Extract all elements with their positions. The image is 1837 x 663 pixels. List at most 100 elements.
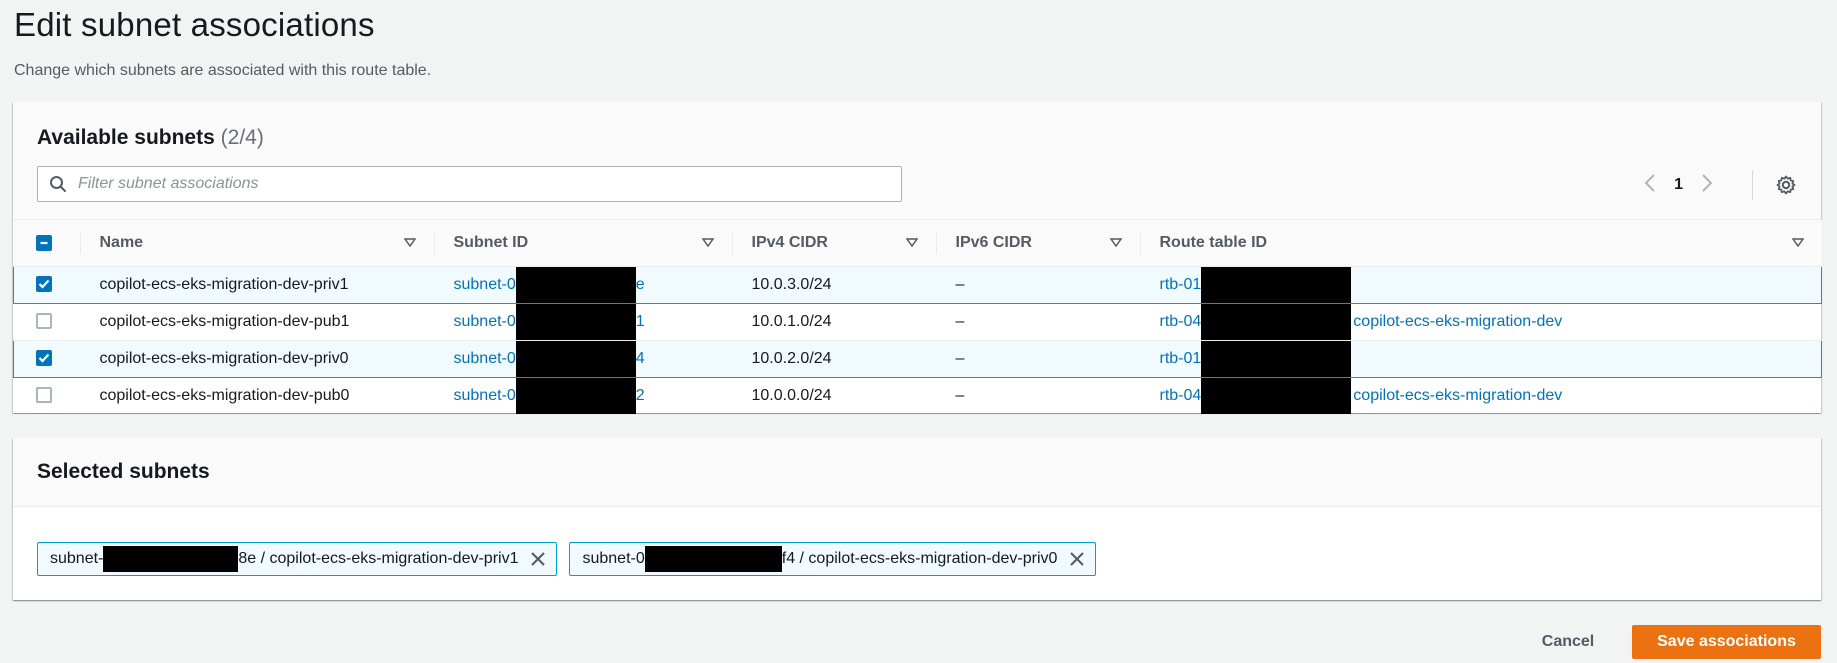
subnet-id-suffix[interactable]: 4	[636, 350, 645, 367]
column-header-label: Subnet ID	[453, 233, 529, 251]
route-table-link[interactable]: rtb-04	[1160, 387, 1202, 404]
subnet-id-suffix[interactable]: e	[636, 276, 645, 293]
redaction-block	[515, 267, 636, 302]
next-page-icon[interactable]	[1701, 173, 1713, 197]
available-subnets-title-text: Available subnets	[37, 126, 215, 149]
available-subnets-header: Available subnets (2/4) 1	[13, 102, 1821, 220]
subnet-id-cell: subnet-0 1	[433, 303, 732, 341]
pager-divider	[1752, 170, 1753, 200]
route-table-link[interactable]: rtb-01	[1160, 276, 1202, 293]
available-subnets-panel: Available subnets (2/4) 1	[13, 102, 1822, 415]
token-prefix: subnet-0	[582, 550, 645, 567]
remove-token-close-icon[interactable]	[528, 549, 548, 569]
ipv6-cidr: –	[935, 377, 1140, 415]
redaction-block	[1201, 303, 1352, 339]
available-subnets-title: Available subnets (2/4)	[37, 126, 264, 150]
route-table-cell: rtb-01	[1139, 265, 1822, 304]
row-checkbox[interactable]	[36, 276, 52, 293]
token-prefix: subnet-	[50, 550, 104, 567]
redaction-block	[515, 377, 636, 413]
page-number[interactable]: 1	[1674, 176, 1683, 194]
column-header-label: IPv4 CIDR	[751, 233, 828, 251]
table-row[interactable]: copilot-ecs-eks-migration-dev-pub0 subne…	[13, 377, 1822, 415]
subnet-name: copilot-ecs-eks-migration-dev-priv1	[79, 265, 434, 304]
selected-subnet-token: subnet-0 f4 / copilot-ecs-eks-migration-…	[569, 542, 1097, 576]
redaction-block	[515, 303, 636, 339]
select-all-checkbox[interactable]	[35, 234, 52, 251]
redaction-block	[1201, 377, 1352, 413]
ipv4-cidr: 10.0.3.0/24	[731, 265, 936, 304]
subnet-id-suffix[interactable]: 1	[636, 313, 645, 330]
column-header-route-table-id[interactable]: Route table ID	[1139, 220, 1822, 267]
redaction-block	[1201, 267, 1352, 302]
subnet-name: copilot-ecs-eks-migration-dev-priv0	[79, 339, 434, 378]
table-row[interactable]: copilot-ecs-eks-migration-dev-priv1 subn…	[13, 265, 1822, 304]
redaction-block	[644, 546, 782, 572]
subnet-id-link[interactable]: subnet-0	[454, 276, 516, 293]
subnet-id-cell: subnet-0 4	[433, 339, 732, 378]
subnet-id-link[interactable]: subnet-0	[454, 387, 516, 404]
cancel-button[interactable]: Cancel	[1524, 625, 1612, 659]
available-subnets-count: (2/4)	[220, 126, 264, 149]
token-suffix: 8e / copilot-ecs-eks-migration-dev-priv1	[238, 550, 519, 567]
route-table-name-link[interactable]: copilot-ecs-eks-migration-dev	[1353, 387, 1562, 404]
subnet-id-suffix[interactable]: 2	[636, 387, 645, 404]
search-icon	[38, 167, 78, 201]
sort-caret-icon[interactable]	[1791, 235, 1804, 253]
column-header-label: Name	[99, 233, 144, 251]
route-table-name-link[interactable]: copilot-ecs-eks-migration-dev	[1353, 313, 1562, 330]
route-table-cell: rtb-04 copilot-ecs-eks-migration-dev	[1139, 303, 1822, 341]
selected-subnets-header: Selected subnets	[13, 438, 1821, 507]
subnet-id-cell: subnet-0 e	[433, 265, 732, 304]
ipv6-cidr: –	[935, 303, 1140, 341]
selected-tokens: subnet- 8e / copilot-ecs-eks-migration-d…	[37, 542, 1097, 576]
row-checkbox-cell	[13, 303, 80, 341]
subnet-name: copilot-ecs-eks-migration-dev-pub0	[79, 377, 434, 415]
column-header-name[interactable]: Name	[79, 220, 434, 267]
column-header-label: IPv6 CIDR	[955, 233, 1032, 251]
selected-subnets-panel: Selected subnets subnet- 8e / copilot-ec…	[13, 438, 1821, 600]
token-suffix: f4 / copilot-ecs-eks-migration-dev-priv0	[781, 550, 1058, 567]
ipv4-cidr: 10.0.0.0/24	[731, 377, 936, 415]
table-row[interactable]: copilot-ecs-eks-migration-dev-pub1 subne…	[13, 303, 1822, 341]
subnet-id-link[interactable]: subnet-0	[454, 313, 516, 330]
column-header-subnet-id[interactable]: Subnet ID	[433, 220, 732, 267]
subnet-name: copilot-ecs-eks-migration-dev-pub1	[79, 303, 434, 341]
save-associations-button[interactable]: Save associations	[1632, 625, 1821, 659]
table-row[interactable]: copilot-ecs-eks-migration-dev-priv0 subn…	[13, 339, 1822, 378]
ipv6-cidr: –	[935, 265, 1140, 304]
redaction-block	[1201, 341, 1352, 376]
row-checkbox-cell	[13, 265, 80, 304]
sort-caret-icon[interactable]	[905, 235, 918, 253]
remove-token-close-icon[interactable]	[1067, 549, 1087, 569]
row-checkbox[interactable]	[35, 387, 52, 404]
row-checkbox-cell	[13, 377, 80, 415]
filter-box	[37, 166, 902, 202]
row-checkbox[interactable]	[36, 350, 52, 367]
select-all-header	[13, 220, 80, 267]
table-header-row: Name Subnet ID IPv4 CIDR IPv6 CIDR Route…	[13, 220, 1822, 267]
row-checkbox-cell	[13, 339, 80, 378]
column-header-ipv6-cidr[interactable]: IPv6 CIDR	[935, 220, 1140, 267]
subnet-id-cell: subnet-0 2	[433, 377, 732, 415]
ipv4-cidr: 10.0.2.0/24	[731, 339, 936, 378]
settings-gear-icon[interactable]	[1773, 172, 1799, 198]
sort-caret-icon[interactable]	[701, 235, 714, 253]
route-table-link[interactable]: rtb-01	[1160, 350, 1202, 367]
ipv6-cidr: –	[935, 339, 1140, 378]
selected-subnet-token: subnet- 8e / copilot-ecs-eks-migration-d…	[37, 542, 558, 576]
previous-page-icon[interactable]	[1644, 173, 1656, 197]
filter-subnet-associations-input[interactable]	[78, 168, 901, 200]
column-header-label: Route table ID	[1159, 233, 1268, 251]
row-checkbox[interactable]	[35, 313, 52, 330]
sort-caret-icon[interactable]	[1109, 235, 1122, 253]
selected-subnets-title: Selected subnets	[37, 460, 210, 483]
sort-caret-icon[interactable]	[403, 235, 416, 253]
ipv4-cidr: 10.0.1.0/24	[731, 303, 936, 341]
page-description: Change which subnets are associated with…	[14, 62, 432, 79]
redaction-block	[103, 546, 239, 572]
subnet-id-link[interactable]: subnet-0	[454, 350, 516, 367]
route-table-cell: rtb-04 copilot-ecs-eks-migration-dev	[1139, 377, 1822, 415]
column-header-ipv4-cidr[interactable]: IPv4 CIDR	[731, 220, 936, 267]
route-table-link[interactable]: rtb-04	[1160, 313, 1202, 330]
